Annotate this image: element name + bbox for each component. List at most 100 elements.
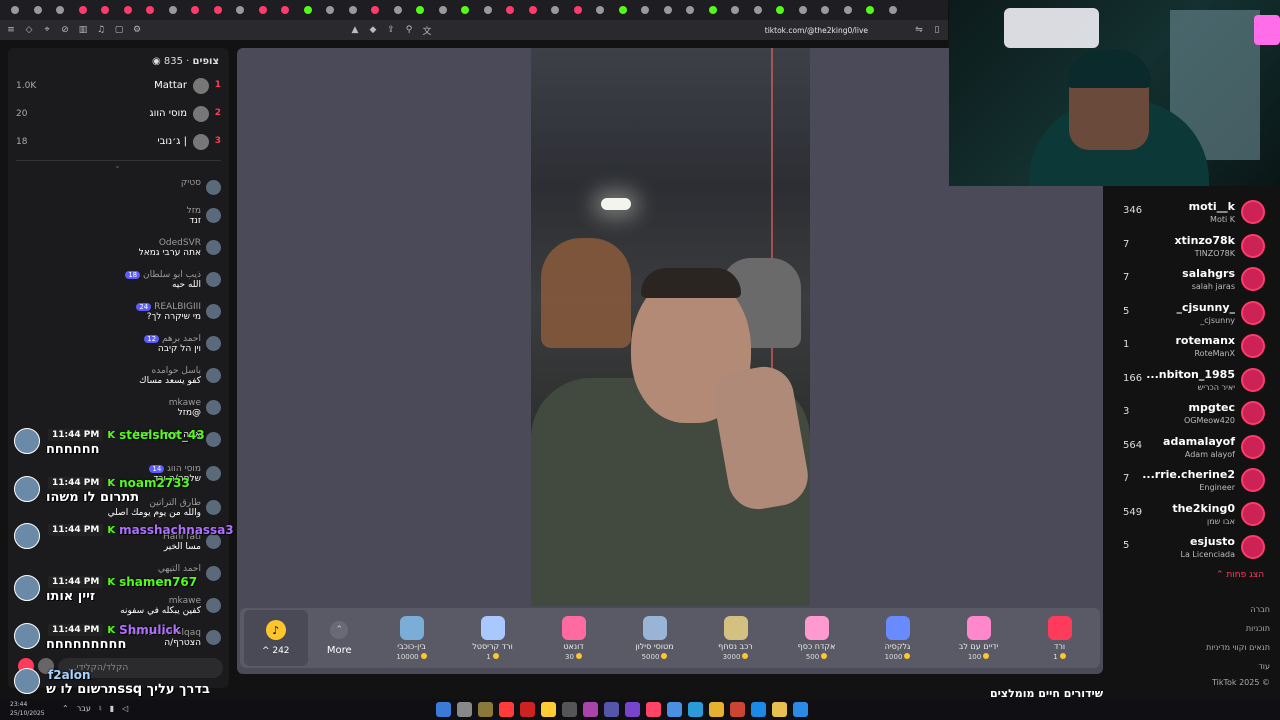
chat-message[interactable]: סטיק xyxy=(21,178,221,195)
battery-icon[interactable]: ▮ xyxy=(110,704,114,713)
warning-icon[interactable]: ▲ xyxy=(350,25,360,35)
chevron-up-icon[interactable]: ⌃ xyxy=(62,704,69,713)
gift-item[interactable]: ורד 1 xyxy=(1019,610,1100,666)
chat-message[interactable]: باسل حوامده كفو يسعد مساك xyxy=(21,366,221,386)
shield-icon[interactable]: ◇ xyxy=(24,25,34,35)
browser-tab[interactable] xyxy=(319,0,342,20)
screenshot-icon[interactable]: ▢ xyxy=(114,25,124,35)
live-account-row[interactable]: 7 ...rrie.cherine2 Engineer xyxy=(1105,462,1275,495)
browser-tab[interactable] xyxy=(252,0,275,20)
browser-tab[interactable] xyxy=(567,0,590,20)
live-account-row[interactable]: 549 the2king0 אבו שמן xyxy=(1105,496,1275,529)
zoom-icon[interactable]: ⚲ xyxy=(404,25,414,35)
browser-tab[interactable] xyxy=(49,0,72,20)
browser-tab[interactable] xyxy=(432,0,455,20)
gift-item[interactable]: ידיים עם לב 100 xyxy=(938,610,1019,666)
gift-item[interactable]: ורד קריסטל 1 xyxy=(452,610,533,666)
chat-message[interactable]: احمد برهم 12 וין הל קיבה xyxy=(21,334,221,354)
taskbar-app-icon[interactable] xyxy=(625,702,640,717)
browser-tab[interactable] xyxy=(477,0,500,20)
shield-badge-icon[interactable]: ◆ xyxy=(368,25,378,35)
microphone-icon[interactable]: ♮ xyxy=(99,704,102,713)
url-text[interactable]: tiktok.com/@the2king0/live xyxy=(765,26,868,35)
language-indicator[interactable]: עבר xyxy=(77,704,91,713)
browser-tab[interactable] xyxy=(702,0,725,20)
live-account-row[interactable]: 3 mpgtec OGMeow420 xyxy=(1105,395,1275,428)
browser-tab[interactable] xyxy=(117,0,140,20)
browser-tab[interactable] xyxy=(792,0,815,20)
taskbar-app-icon[interactable] xyxy=(436,702,451,717)
chat-message[interactable]: מזל זנד xyxy=(21,206,221,226)
translate-icon[interactable]: 文 xyxy=(422,25,432,37)
taskbar-app-icon[interactable] xyxy=(667,702,682,717)
tune-icon[interactable]: ⇋ xyxy=(914,25,924,35)
volume-icon[interactable]: ◁ xyxy=(122,704,128,713)
browser-tab[interactable] xyxy=(499,0,522,20)
taskbar-app-icon[interactable] xyxy=(688,702,703,717)
browser-tab[interactable] xyxy=(184,0,207,20)
chat-message[interactable]: REALBIGIII 24 מי שיקרה לך? xyxy=(21,302,221,322)
browser-tab[interactable] xyxy=(297,0,320,20)
footer-link[interactable]: חברה xyxy=(1206,600,1270,619)
browser-tab[interactable] xyxy=(364,0,387,20)
collapse-chevron-icon[interactable]: ⌄ xyxy=(114,161,121,170)
browser-tab[interactable] xyxy=(72,0,95,20)
browser-tab[interactable] xyxy=(522,0,545,20)
link-icon[interactable]: ⊘ xyxy=(60,25,70,35)
live-account-row[interactable]: 7 salahgrs salah jaras xyxy=(1105,261,1275,294)
browser-tab[interactable] xyxy=(207,0,230,20)
live-account-row[interactable]: 564 adamalayof Adam alayof xyxy=(1105,429,1275,462)
gift-item[interactable]: דונאט 30 xyxy=(533,610,614,666)
taskbar-app-icon[interactable] xyxy=(499,702,514,717)
taskbar-app-icon[interactable] xyxy=(520,702,535,717)
browser-tab[interactable] xyxy=(4,0,27,20)
browser-tab[interactable] xyxy=(454,0,477,20)
browser-tab[interactable] xyxy=(837,0,860,20)
browser-tab[interactable] xyxy=(229,0,252,20)
live-account-row[interactable]: 346 moti__k Moti K xyxy=(1105,194,1275,227)
browser-tab[interactable] xyxy=(27,0,50,20)
browser-tab[interactable] xyxy=(274,0,297,20)
browser-tab[interactable] xyxy=(589,0,612,20)
music-icon[interactable]: ♫ xyxy=(96,25,106,35)
gift-item[interactable]: אקדח כסף 500 xyxy=(776,610,857,666)
browser-tab[interactable] xyxy=(387,0,410,20)
taskbar-app-icon[interactable] xyxy=(793,702,808,717)
browser-tab[interactable] xyxy=(544,0,567,20)
gift-item[interactable]: רכב נסחף 3000 xyxy=(695,610,776,666)
browser-tab[interactable] xyxy=(657,0,680,20)
clock[interactable]: 23:44 25/10/2025 xyxy=(10,700,45,718)
bookmark-icon[interactable]: ▯ xyxy=(932,25,942,35)
chat-message[interactable]: ذيب ابو سلطان 18 الله حيه xyxy=(21,270,221,290)
browser-tab[interactable] xyxy=(724,0,747,20)
taskbar-app-icon[interactable] xyxy=(478,702,493,717)
gift-item[interactable]: בין-כוכבי 10000 xyxy=(371,610,452,666)
browser-tab[interactable] xyxy=(859,0,882,20)
live-account-row[interactable]: 7 xtinzo78k TINZO78K xyxy=(1105,228,1275,261)
taskbar-app-icon[interactable] xyxy=(541,702,556,717)
more-gifts-button[interactable]: ⌃ More xyxy=(308,610,372,666)
taskbar-app-icon[interactable] xyxy=(562,702,577,717)
taskbar-app-icon[interactable] xyxy=(583,702,598,717)
footer-link[interactable]: תוכניות xyxy=(1206,619,1270,638)
browser-tab[interactable] xyxy=(342,0,365,20)
extensions-icon[interactable]: ⚙ xyxy=(132,25,142,35)
taskbar-app-icon[interactable] xyxy=(646,702,661,717)
taskbar-app-icon[interactable] xyxy=(730,702,745,717)
chat-message[interactable]: احمد التيهي xyxy=(21,564,221,581)
split-view-icon[interactable]: ▥ xyxy=(78,25,88,35)
browser-tab[interactable] xyxy=(409,0,432,20)
live-account-row[interactable]: 1 rotemanx RoteManX xyxy=(1105,328,1275,361)
browser-tab[interactable] xyxy=(634,0,657,20)
live-account-row[interactable]: 5 esjusto La Licenciada xyxy=(1105,529,1275,562)
taskbar-app-icon[interactable] xyxy=(709,702,724,717)
live-account-row[interactable]: 5 _cjsunny_ _cjsunny xyxy=(1105,295,1275,328)
share-icon[interactable]: ⇪ xyxy=(386,25,396,35)
browser-tab[interactable] xyxy=(612,0,635,20)
browser-tab[interactable] xyxy=(162,0,185,20)
show-less-button[interactable]: הצג פחות ⌃ xyxy=(1216,570,1264,580)
browser-tab[interactable] xyxy=(769,0,792,20)
pin-icon[interactable]: ⌖ xyxy=(42,25,52,35)
menu-icon[interactable]: ≡ xyxy=(6,25,16,35)
browser-tab[interactable] xyxy=(882,0,905,20)
